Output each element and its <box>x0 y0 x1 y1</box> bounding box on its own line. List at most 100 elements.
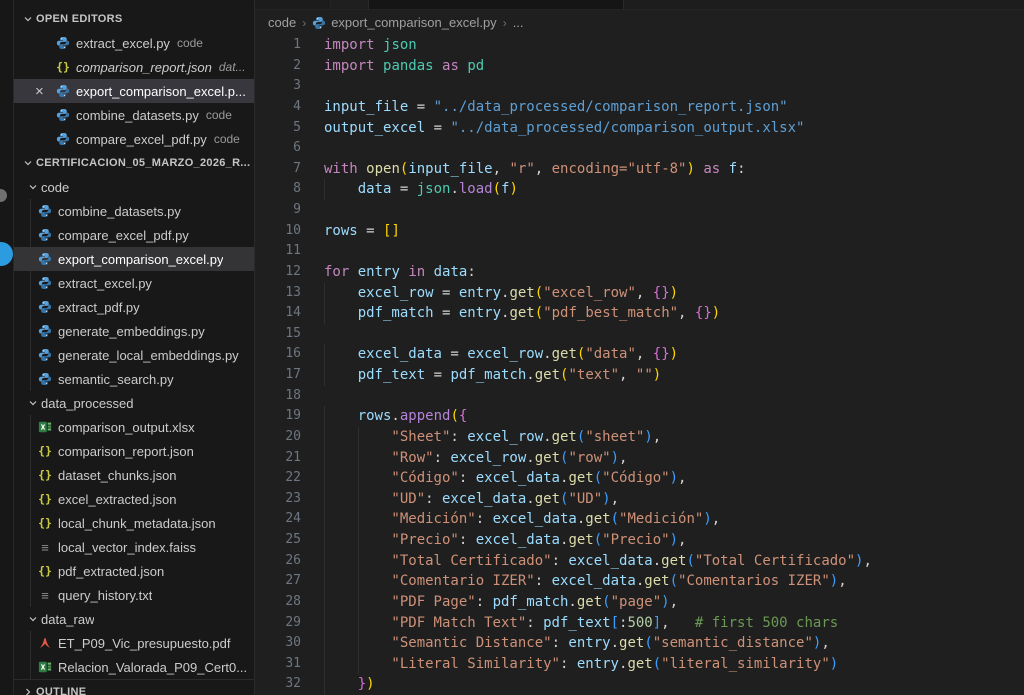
tree-file-row[interactable]: ET_P09_Vic_presupuesto.pdf <box>14 631 254 655</box>
code-line[interactable]: 10rows = [] <box>255 221 1024 242</box>
tab-segment[interactable] <box>255 0 331 9</box>
tree-file-row[interactable]: {}dataset_chunks.json <box>14 463 254 487</box>
line-number[interactable]: 17 <box>255 365 301 386</box>
line-number[interactable]: 7 <box>255 159 301 180</box>
line-number[interactable]: 23 <box>255 489 301 510</box>
code-line[interactable]: 4input_file = "../data_processed/compari… <box>255 97 1024 118</box>
code-line[interactable]: 20"Sheet": excel_row.get("sheet"), <box>255 427 1024 448</box>
line-number[interactable]: 16 <box>255 344 301 365</box>
tab-segment[interactable] <box>331 0 369 9</box>
chevron-down-icon[interactable] <box>20 11 36 27</box>
tree-file-row[interactable]: extract_pdf.py <box>14 295 254 319</box>
line-number[interactable]: 11 <box>255 241 301 262</box>
code-line[interactable]: 22"Código": excel_data.get("Código"), <box>255 468 1024 489</box>
code-line[interactable]: 26"Total Certificado": excel_data.get("T… <box>255 551 1024 572</box>
tree-file-row[interactable]: {}local_chunk_metadata.json <box>14 511 254 535</box>
tree-file-row[interactable]: export_comparison_excel.py <box>14 247 254 271</box>
code-line[interactable]: 1import json <box>255 35 1024 56</box>
line-number[interactable]: 29 <box>255 613 301 634</box>
tree-file-row[interactable]: compare_excel_pdf.py <box>14 223 254 247</box>
open-editor-item[interactable]: {}comparison_report.jsondat... <box>14 55 254 79</box>
line-number[interactable]: 6 <box>255 138 301 159</box>
line-number[interactable]: 4 <box>255 97 301 118</box>
tree-file-row[interactable]: {}excel_extracted.json <box>14 487 254 511</box>
code-line[interactable]: 14pdf_match = entry.get("pdf_best_match"… <box>255 303 1024 324</box>
line-number[interactable]: 1 <box>255 35 301 56</box>
tree-file-row[interactable]: generate_local_embeddings.py <box>14 343 254 367</box>
code-line[interactable]: 30"Semantic Distance": entry.get("semant… <box>255 633 1024 654</box>
line-number[interactable]: 20 <box>255 427 301 448</box>
tree-file-row[interactable]: comparison_output.xlsx <box>14 415 254 439</box>
code-line[interactable]: 25"Precio": excel_data.get("Precio"), <box>255 530 1024 551</box>
code-line[interactable]: 21"Row": excel_row.get("row"), <box>255 448 1024 469</box>
line-number[interactable]: 21 <box>255 448 301 469</box>
line-number[interactable]: 8 <box>255 179 301 200</box>
tree-file-row[interactable]: ≡local_vector_index.faiss <box>14 535 254 559</box>
code-line[interactable]: 29"PDF Match Text": pdf_text[:500], # fi… <box>255 613 1024 634</box>
section-header-outline[interactable]: OUTLINE <box>14 679 254 695</box>
line-number[interactable]: 31 <box>255 654 301 675</box>
code-line[interactable]: 17pdf_text = pdf_match.get("text", "") <box>255 365 1024 386</box>
line-number[interactable]: 10 <box>255 221 301 242</box>
code-editor[interactable]: 1import json2import pandas as pd34input_… <box>255 35 1024 695</box>
line-number[interactable]: 24 <box>255 509 301 530</box>
code-line[interactable]: 5output_excel = "../data_processed/compa… <box>255 118 1024 139</box>
code-line[interactable]: 12for entry in data: <box>255 262 1024 283</box>
line-number[interactable]: 2 <box>255 56 301 77</box>
chevron-down-icon[interactable] <box>25 611 41 627</box>
code-line[interactable]: 7with open(input_file, "r", encoding="ut… <box>255 159 1024 180</box>
line-number[interactable]: 9 <box>255 200 301 221</box>
tree-file-row[interactable]: ≡query_history.txt <box>14 583 254 607</box>
tree-file-row[interactable]: combine_datasets.py <box>14 199 254 223</box>
breadcrumb[interactable]: code›export_comparison_excel.py›... <box>255 10 1024 35</box>
line-number[interactable]: 13 <box>255 283 301 304</box>
line-number[interactable]: 26 <box>255 551 301 572</box>
code-line[interactable]: 32}) <box>255 674 1024 695</box>
code-line[interactable]: 8data = json.load(f) <box>255 179 1024 200</box>
chevron-down-icon[interactable] <box>25 179 41 195</box>
tree-file-row[interactable]: {}comparison_report.json <box>14 439 254 463</box>
tree-file-row[interactable]: semantic_search.py <box>14 367 254 391</box>
code-line[interactable]: 15 <box>255 324 1024 345</box>
folder-row-data_raw[interactable]: data_raw <box>14 607 254 631</box>
breadcrumb-folder[interactable]: code <box>268 15 296 30</box>
code-line[interactable]: 3 <box>255 76 1024 97</box>
open-editor-item[interactable]: combine_datasets.pycode <box>14 103 254 127</box>
code-line[interactable]: 16excel_data = excel_row.get("data", {}) <box>255 344 1024 365</box>
code-line[interactable]: 27"Comentario IZER": excel_data.get("Com… <box>255 571 1024 592</box>
line-number[interactable]: 12 <box>255 262 301 283</box>
line-number[interactable]: 27 <box>255 571 301 592</box>
folder-row-code[interactable]: code <box>14 175 254 199</box>
chevron-down-icon[interactable] <box>25 395 41 411</box>
code-line[interactable]: 28"PDF Page": pdf_match.get("page"), <box>255 592 1024 613</box>
code-line[interactable]: 6 <box>255 138 1024 159</box>
open-editor-item[interactable]: extract_excel.pycode <box>14 31 254 55</box>
line-number[interactable]: 18 <box>255 386 301 407</box>
line-number[interactable]: 5 <box>255 118 301 139</box>
tree-file-row[interactable]: generate_embeddings.py <box>14 319 254 343</box>
line-number[interactable]: 19 <box>255 406 301 427</box>
line-number[interactable]: 32 <box>255 674 301 695</box>
section-header-project[interactable]: CERTIFICACION_05_MARZO_2026_R... <box>14 151 254 175</box>
code-line[interactable]: 18 <box>255 386 1024 407</box>
code-line[interactable]: 31"Literal Similarity": entry.get("liter… <box>255 654 1024 675</box>
tree-file-row[interactable]: Relacion_Valorada_P09_Cert0... <box>14 655 254 679</box>
line-number[interactable]: 3 <box>255 76 301 97</box>
folder-row-data_processed[interactable]: data_processed <box>14 391 254 415</box>
tab-segment-active[interactable] <box>369 0 624 9</box>
code-line[interactable]: 2import pandas as pd <box>255 56 1024 77</box>
gray-badge-icon[interactable] <box>0 189 7 202</box>
section-header-open-editors[interactable]: OPEN EDITORS <box>14 7 254 31</box>
open-editor-item[interactable]: compare_excel_pdf.pycode <box>14 127 254 151</box>
breadcrumb-file[interactable]: export_comparison_excel.py <box>331 15 496 30</box>
close-icon[interactable]: × <box>28 84 55 99</box>
breadcrumb-symbol[interactable]: ... <box>513 15 524 30</box>
blue-badge-icon[interactable] <box>0 242 13 266</box>
open-editor-item[interactable]: ×export_comparison_excel.p... <box>14 79 254 103</box>
line-number[interactable]: 14 <box>255 303 301 324</box>
line-number[interactable]: 28 <box>255 592 301 613</box>
tree-file-row[interactable]: extract_excel.py <box>14 271 254 295</box>
tree-file-row[interactable]: {}pdf_extracted.json <box>14 559 254 583</box>
code-line[interactable]: 13excel_row = entry.get("excel_row", {}) <box>255 283 1024 304</box>
line-number[interactable]: 22 <box>255 468 301 489</box>
